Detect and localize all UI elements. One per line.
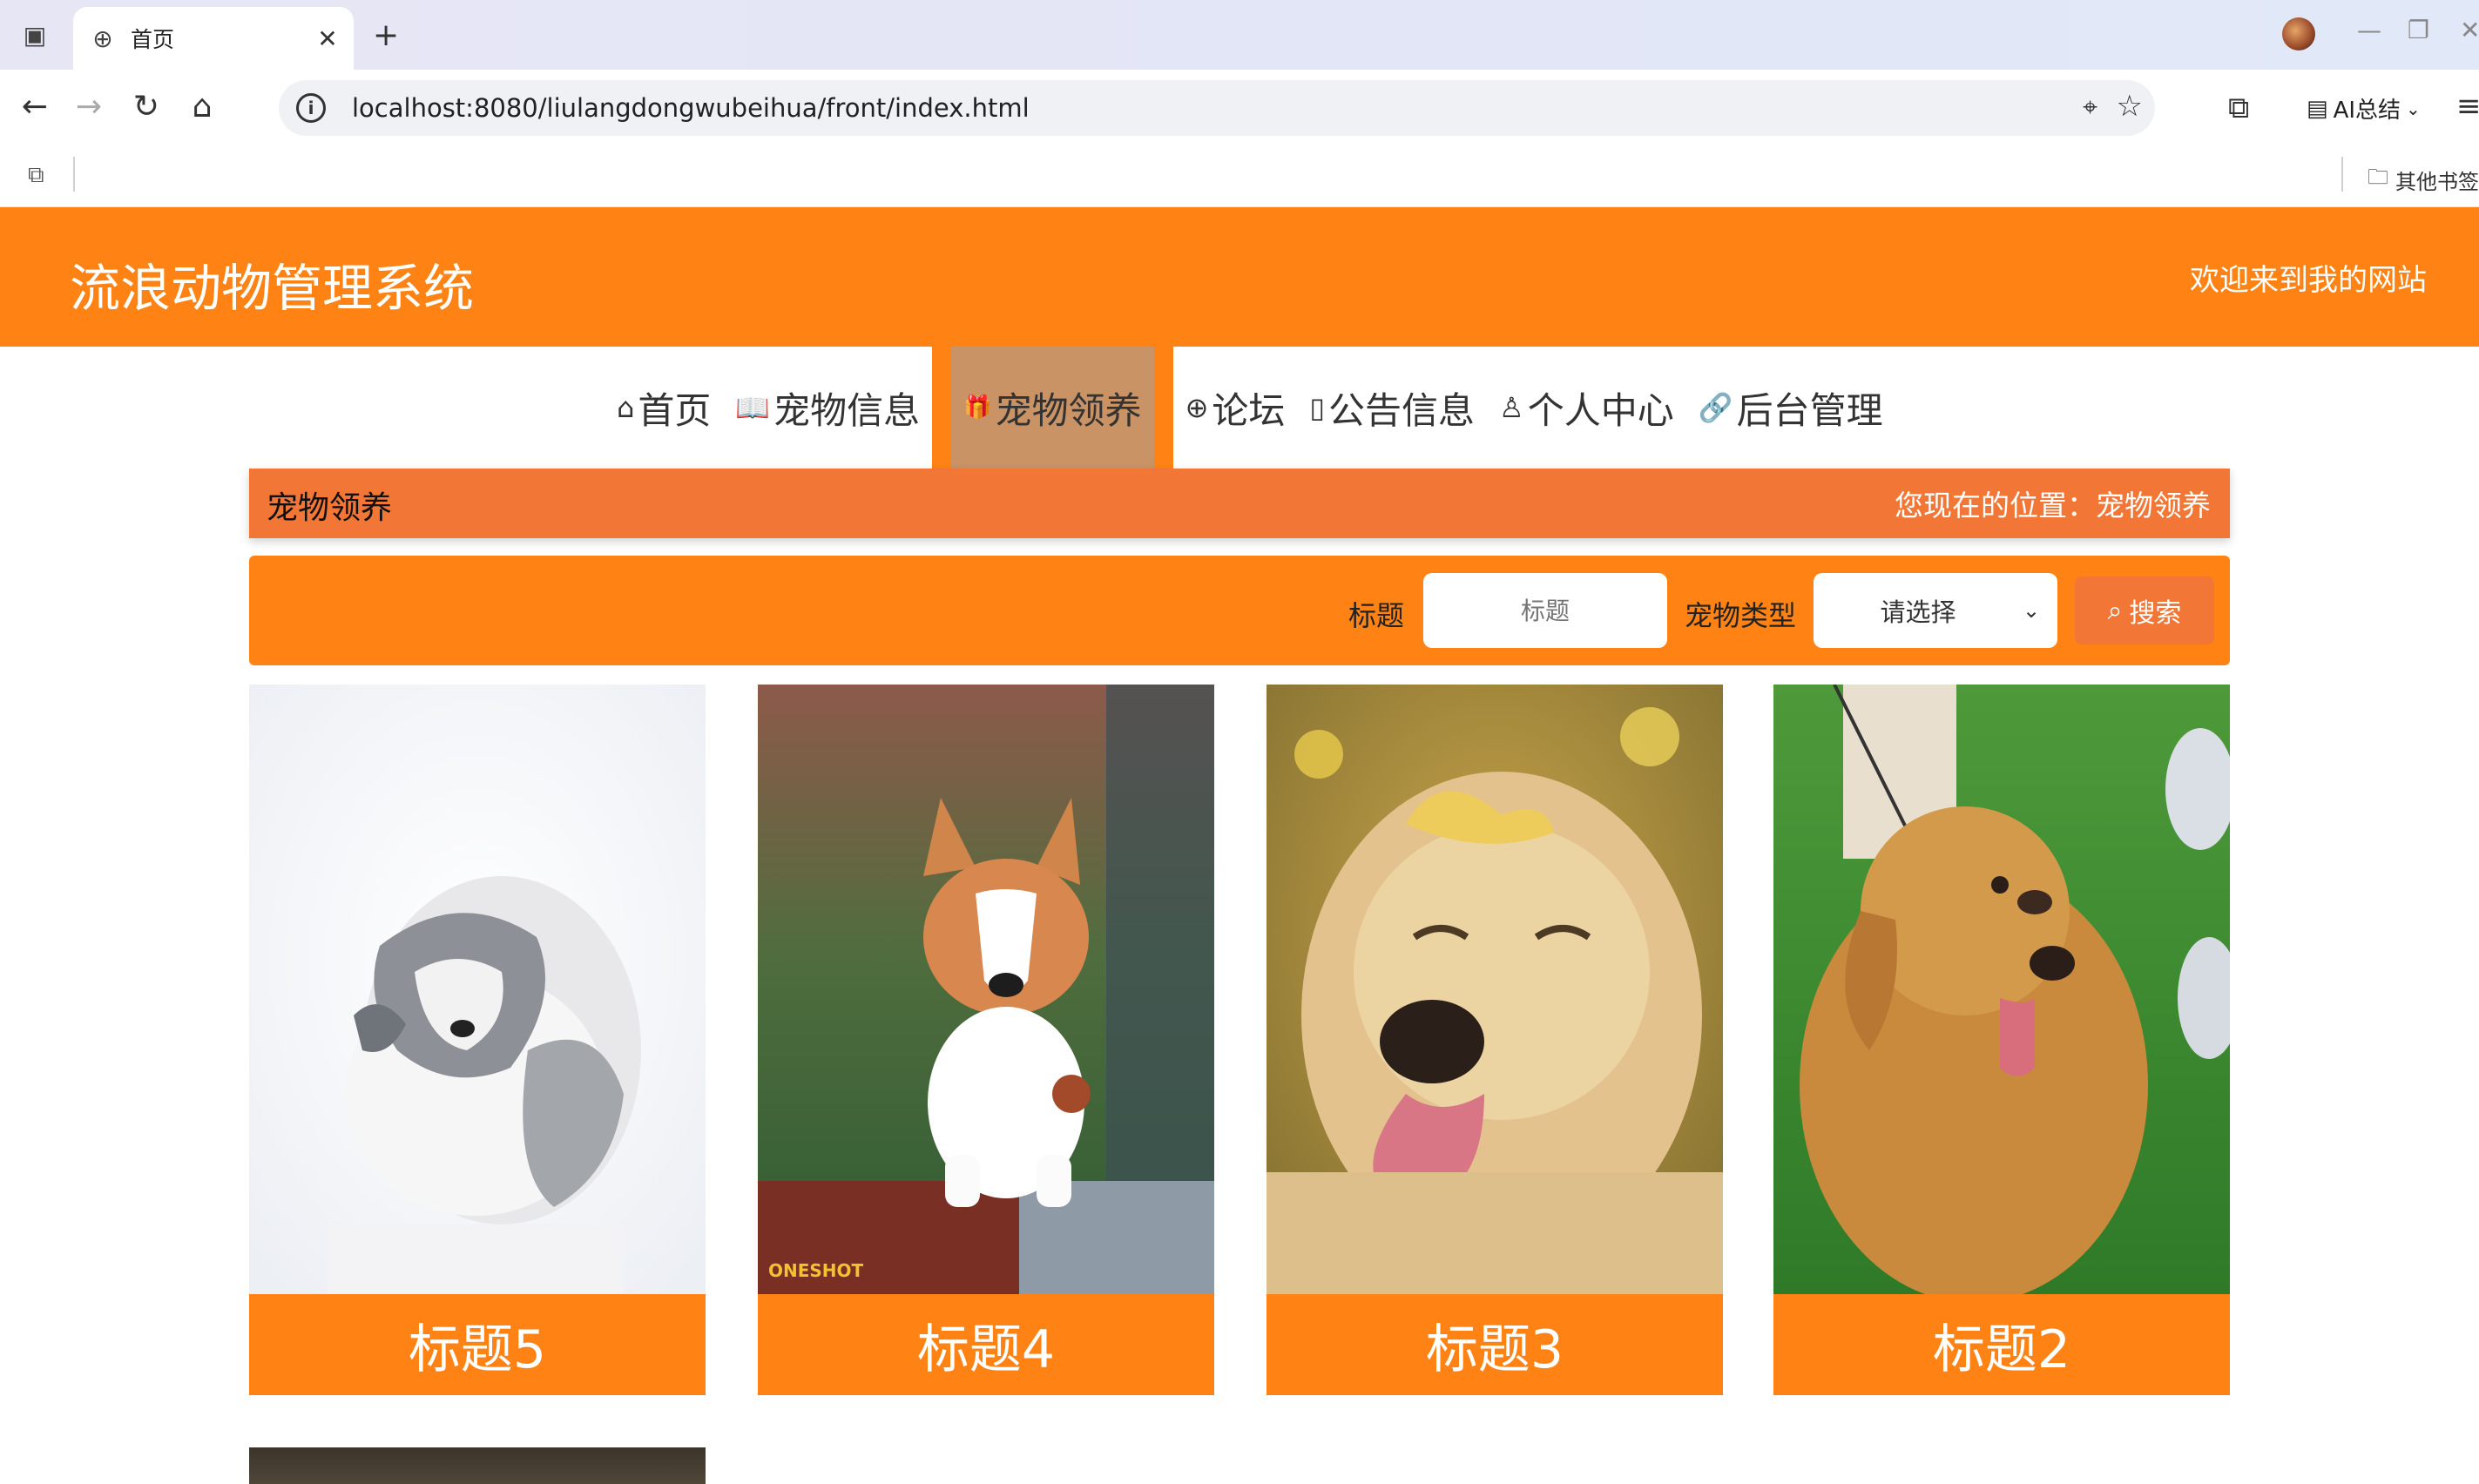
title-filter-label: 标题 bbox=[1348, 599, 1405, 632]
gift-icon: 🎁 bbox=[963, 395, 992, 421]
globe-icon: ⊕ bbox=[1185, 391, 1209, 424]
site-welcome: 欢迎来到我的网站 bbox=[2190, 263, 2427, 298]
chevron-down-icon: ⌄ bbox=[2023, 598, 2041, 623]
nav-label: 后台管理 bbox=[1736, 388, 1883, 432]
ai-summary-icon: ▤ bbox=[2307, 95, 2328, 122]
menu-icon[interactable]: ≡ bbox=[2456, 89, 2479, 124]
extensions-icon[interactable]: ⧉ bbox=[2228, 91, 2249, 125]
site-title: 流浪动物管理系统 bbox=[70, 259, 475, 318]
page-title: 宠物领养 bbox=[267, 490, 393, 526]
breadcrumb: 宠物领养 您现在的位置：宠物领养 bbox=[249, 469, 2230, 538]
nav-item-home[interactable]: ⌂ 首页 bbox=[605, 347, 723, 469]
address-bar[interactable]: i localhost:8080/liulangdongwubeihua/fro… bbox=[279, 80, 2155, 136]
pet-card[interactable]: 标题3 bbox=[1267, 685, 1723, 1395]
nav-item-pet-adoption[interactable]: 🎁 宠物领养 bbox=[932, 347, 1173, 469]
pet-card-title[interactable]: 标题2 bbox=[1773, 1294, 2230, 1395]
tab-groups-icon[interactable]: ⧉ bbox=[28, 162, 44, 189]
pet-card-title[interactable]: 标题5 bbox=[249, 1294, 706, 1395]
nav-label: 首页 bbox=[638, 388, 712, 432]
site-header: 流浪动物管理系统 欢迎来到我的网站 bbox=[0, 207, 2479, 347]
nav-item-forum[interactable]: ⊕ 论坛 bbox=[1173, 347, 1298, 469]
nav-label: 个人中心 bbox=[1527, 388, 1674, 432]
book-icon: 📖 bbox=[735, 391, 771, 424]
pet-photo-corgi[interactable]: ONESHOT bbox=[758, 685, 1214, 1294]
address-url[interactable]: localhost:8080/liulangdongwubeihua/front… bbox=[352, 93, 1030, 123]
nav-label: 宠物领养 bbox=[995, 388, 1142, 432]
nav-item-personal-center[interactable]: ♙ 个人中心 bbox=[1487, 347, 1686, 469]
home-icon: ⌂ bbox=[617, 391, 635, 424]
pet-card-title[interactable]: 标题4 bbox=[758, 1294, 1214, 1395]
pet-type-select[interactable]: 请选择 ⌄ bbox=[1814, 573, 2057, 648]
ai-summary-button[interactable]: ▤ AI总结 ⌄ bbox=[2307, 92, 2421, 125]
nav-label: 宠物信息 bbox=[773, 388, 921, 432]
pet-card[interactable]: 标题5 bbox=[249, 685, 706, 1395]
divider bbox=[2341, 157, 2343, 192]
page-content: 流浪动物管理系统 欢迎来到我的网站 ⌂ 首页 📖 宠物信息 🎁 宠物领养 ⊕ 论… bbox=[0, 207, 2479, 1484]
bookmarks-bar: ⧉ 🗀 其他书签 bbox=[0, 146, 2479, 207]
bookmark-star-icon[interactable]: ☆ bbox=[2117, 89, 2143, 124]
nav-label: 论坛 bbox=[1212, 388, 1286, 432]
search-icon: ⌕ bbox=[2107, 595, 2123, 626]
site-info-icon[interactable]: i bbox=[296, 93, 326, 123]
main-nav: ⌂ 首页 📖 宠物信息 🎁 宠物领养 ⊕ 论坛 ▯ 公告信息 ♙ 个人中心 🔗 … bbox=[0, 347, 2479, 469]
photo-watermark: ONESHOT bbox=[768, 1260, 864, 1281]
pet-type-selected: 请选择 bbox=[1880, 597, 1956, 627]
nav-item-admin[interactable]: 🔗 后台管理 bbox=[1686, 347, 1895, 469]
home-button-icon[interactable]: ⌂ bbox=[183, 89, 221, 125]
other-bookmarks-label: 其他书签 bbox=[2395, 170, 2479, 194]
browser-tab-bar: ▣ ⊕ 首页 ✕ + — ❐ ✕ bbox=[0, 0, 2479, 70]
pet-card-partial[interactable] bbox=[249, 1447, 706, 1484]
note-icon: ▯ bbox=[1309, 391, 1326, 424]
back-icon[interactable]: ← bbox=[16, 89, 54, 125]
tab-title: 首页 bbox=[131, 27, 175, 52]
pet-card[interactable]: ONESHOT 标题4 bbox=[758, 685, 1214, 1395]
search-button[interactable]: ⌕ 搜索 bbox=[2075, 577, 2214, 644]
search-bar: 标题 宠物类型 请选择 ⌄ ⌕ 搜索 bbox=[249, 556, 2230, 665]
reload-icon[interactable]: ↻ bbox=[127, 89, 165, 125]
new-tab-icon[interactable]: + bbox=[373, 17, 399, 53]
pet-card[interactable]: 标题2 bbox=[1773, 685, 2230, 1395]
nav-item-notices[interactable]: ▯ 公告信息 bbox=[1297, 347, 1487, 469]
pet-photo-grey-white-dog[interactable] bbox=[249, 685, 706, 1294]
other-bookmarks[interactable]: 🗀 其他书签 bbox=[2368, 162, 2479, 198]
minimize-icon[interactable]: — bbox=[2357, 16, 2381, 44]
user-icon: ♙ bbox=[1499, 391, 1524, 424]
pet-card-title[interactable]: 标题3 bbox=[1267, 1294, 1723, 1395]
folder-icon: 🗀 bbox=[2368, 165, 2388, 189]
restore-icon[interactable]: ❐ bbox=[2408, 16, 2429, 44]
link-icon: 🔗 bbox=[1698, 391, 1733, 424]
close-icon[interactable]: ✕ bbox=[314, 24, 341, 53]
title-search-input[interactable] bbox=[1423, 573, 1667, 648]
forward-icon[interactable]: → bbox=[70, 89, 108, 125]
globe-favicon-icon: ⊕ bbox=[92, 24, 113, 53]
pet-photo-golden-retriever-on-grass[interactable] bbox=[1773, 685, 2230, 1294]
nav-item-pet-info[interactable]: 📖 宠物信息 bbox=[723, 347, 932, 469]
browser-tab[interactable]: ⊕ 首页 ✕ bbox=[73, 7, 354, 70]
browser-toolbar: ← → ↻ ⌂ i localhost:8080/liulangdongwube… bbox=[0, 70, 2479, 146]
divider bbox=[73, 157, 75, 192]
location-pin-icon[interactable]: ⌖ bbox=[2083, 92, 2097, 123]
pet-type-label: 宠物类型 bbox=[1685, 599, 1797, 632]
breadcrumb-location: 您现在的位置：宠物领养 bbox=[1895, 489, 2211, 523]
nav-label: 公告信息 bbox=[1328, 388, 1476, 432]
profile-avatar[interactable] bbox=[2282, 17, 2315, 51]
chevron-down-icon: ⌄ bbox=[2406, 98, 2421, 119]
search-button-label: 搜索 bbox=[2129, 598, 2182, 629]
pet-photo-golden-retriever-with-leaf[interactable] bbox=[1267, 685, 1723, 1294]
ai-summary-label: AI总结 bbox=[2333, 98, 2401, 124]
window-close-icon[interactable]: ✕ bbox=[2460, 16, 2479, 44]
tab-actions-icon[interactable]: ▣ bbox=[19, 19, 51, 51]
